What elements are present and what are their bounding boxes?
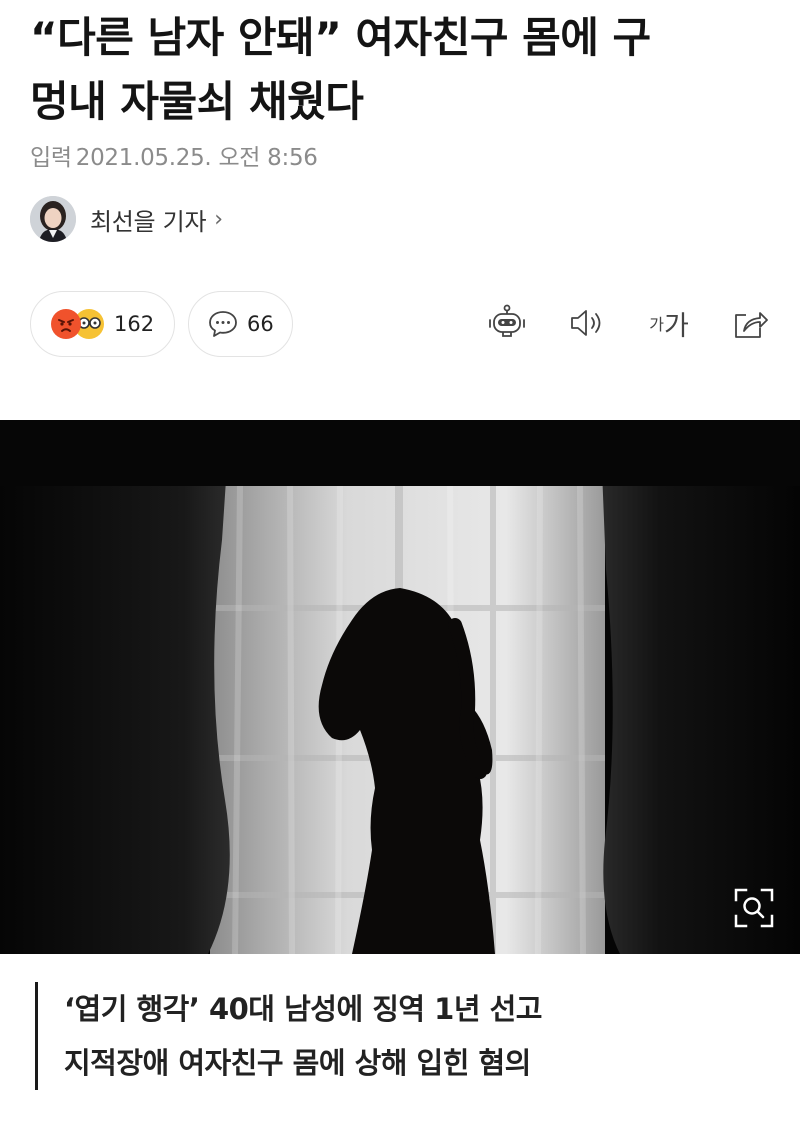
angry-face-icon xyxy=(51,309,81,339)
comment-count: 66 xyxy=(247,312,274,336)
speaker-icon[interactable] xyxy=(567,302,609,344)
headline-line-2: 멍내 자물쇠 채웠다 xyxy=(30,77,364,126)
silhouette-photo xyxy=(0,420,800,954)
publish-date: 입력 2021.05.25. 오전 8:56 xyxy=(30,138,318,172)
share-icon[interactable] xyxy=(729,302,771,344)
article-photo xyxy=(0,420,800,954)
chevron-right-icon: › xyxy=(214,206,224,232)
article-headline: “다른 남자 안돼” 여자친구 몸에 구 멍내 자물쇠 채웠다 xyxy=(30,6,780,134)
font-size-icon[interactable]: 가가 xyxy=(644,302,694,344)
headline-line-1: “다른 남자 안돼” 여자친구 몸에 구 xyxy=(30,13,651,62)
comment-button[interactable]: 66 xyxy=(188,291,293,357)
reporter-avatar xyxy=(30,196,76,242)
date-value: 2021.05.25. 오전 8:56 xyxy=(75,145,318,171)
caption-line-1: ‘엽기 행각’ 40대 남성에 징역 1년 선고 xyxy=(64,992,543,1026)
reaction-count: 162 xyxy=(114,312,155,336)
font-large-label: 가 xyxy=(663,310,689,342)
comment-icon xyxy=(207,309,239,339)
reaction-button[interactable]: 162 xyxy=(30,291,175,357)
reporter-name: 최선을 기자 xyxy=(90,207,207,236)
photo-caption: ‘엽기 행각’ 40대 남성에 징역 1년 선고 지적장애 여자친구 몸에 상해… xyxy=(35,982,764,1090)
date-label: 입력 xyxy=(30,145,72,171)
robot-summary-icon[interactable] xyxy=(486,302,528,344)
reporter-link[interactable]: 최선을 기자 › xyxy=(30,196,223,242)
zoom-magnifier-icon[interactable] xyxy=(732,886,776,930)
font-small-label: 가 xyxy=(649,315,664,334)
caption-line-2: 지적장애 여자친구 몸에 상해 입힌 혐의 xyxy=(64,1046,531,1080)
